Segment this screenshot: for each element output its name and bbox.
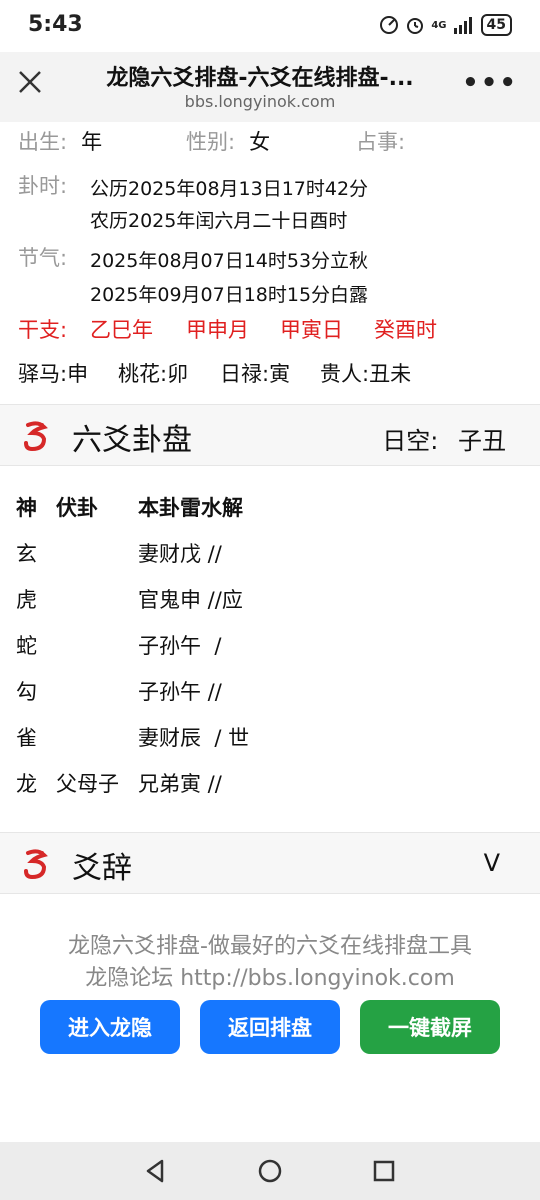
gua-table-header: 神 伏卦 本卦雷水解 xyxy=(0,492,540,532)
row-ben: 妻财辰 / 世 xyxy=(138,726,250,750)
ganzhi-year: 乙巳年 xyxy=(90,318,153,342)
header-fugua: 伏卦 xyxy=(56,496,98,520)
status-bar: 5:43 4G 45 xyxy=(0,0,540,52)
row-ben: 妻财戊 // xyxy=(138,542,222,566)
section-liuyao-title: 六爻卦盘 xyxy=(72,423,192,458)
row-shen: 虎 xyxy=(16,588,37,612)
home-nav-icon[interactable] xyxy=(257,1158,283,1184)
ganzhi-label: 干支: xyxy=(18,318,68,342)
row-shen: 勾 xyxy=(16,680,37,704)
alarm-icon xyxy=(407,18,424,34)
status-time: 5:43 xyxy=(28,12,83,37)
solar-term-label: 节气: xyxy=(18,246,68,270)
header-shen: 神 xyxy=(16,496,37,520)
ganzhi-day: 甲寅日 xyxy=(280,318,343,342)
row-shen: 玄 xyxy=(16,542,37,566)
screenshot-button[interactable]: 一键截屏 xyxy=(360,1000,500,1054)
back-to-paipan-button[interactable]: 返回排盘 xyxy=(200,1000,340,1054)
gender-value: 女 xyxy=(249,130,271,154)
recents-nav-icon[interactable] xyxy=(372,1159,396,1183)
solar-term-2: 2025年09月07日18时15分白露 xyxy=(90,284,369,306)
section-liuyao-header[interactable]: 六爻卦盘 日空: 子丑 xyxy=(0,404,540,466)
table-row: 玄 妻财戊 // xyxy=(0,538,540,578)
section-yaoci-header[interactable]: 爻辞 V xyxy=(0,832,540,894)
shensha-taohua: 桃花:卯 xyxy=(118,362,189,386)
gender-label: 性别: xyxy=(186,130,236,154)
dragon-logo-icon xyxy=(24,421,48,452)
header-bengua: 本卦雷水解 xyxy=(138,496,243,520)
browser-title-bar: 龙隐六爻排盘-六爻在线排盘-... bbs.longyinok.com ••• xyxy=(0,52,540,122)
birth-label: 出生: xyxy=(18,130,68,154)
battery-icon: 45 xyxy=(480,14,512,36)
footer-link[interactable]: 龙隐论坛 http://bbs.longyinok.com xyxy=(0,960,540,992)
table-row: 勾 子孙午 // xyxy=(0,676,540,716)
row-shen: 雀 xyxy=(16,726,37,750)
row-ben: 官鬼申 //应 xyxy=(138,588,243,612)
page-title: 龙隐六爻排盘-六爻在线排盘-... xyxy=(106,66,414,91)
shensha-rilu: 日禄:寅 xyxy=(220,362,291,386)
solar-term-1: 2025年08月07日14时53分立秋 xyxy=(90,250,369,272)
signal-icon xyxy=(453,17,472,34)
table-row: 虎 官鬼申 //应 xyxy=(0,584,540,624)
table-row: 龙 父母子 兄弟寅 // xyxy=(0,768,540,808)
gua-time-lunar: 农历2025年闰六月二十日酉时 xyxy=(90,210,348,232)
gua-time-solar: 公历2025年08月13日17时42分 xyxy=(90,178,369,200)
back-nav-icon[interactable] xyxy=(142,1158,168,1184)
ganzhi-hour: 癸酉时 xyxy=(374,318,437,342)
close-icon[interactable] xyxy=(14,66,46,98)
table-row: 蛇 子孙午 / xyxy=(0,630,540,670)
gua-time-label: 卦时: xyxy=(18,174,68,198)
status-icons: 4G 45 xyxy=(379,14,512,36)
row-ben: 子孙午 / xyxy=(138,634,222,658)
rikong-label: 日空: xyxy=(382,427,439,455)
speed-icon xyxy=(380,16,399,34)
matter-label: 占事: xyxy=(356,130,406,154)
rikong-value: 子丑 xyxy=(458,427,506,455)
footer-slogan: 龙隐六爻排盘-做最好的六爻在线排盘工具 xyxy=(68,934,472,959)
expand-toggle-icon[interactable]: V xyxy=(484,849,500,877)
shensha-yima: 驿马:申 xyxy=(18,362,89,386)
dragon-logo-icon xyxy=(24,849,48,880)
table-row: 雀 妻财辰 / 世 xyxy=(0,722,540,762)
more-menu-icon[interactable]: ••• xyxy=(462,68,518,98)
shensha-guiren: 贵人:丑未 xyxy=(320,362,412,386)
row-shen: 蛇 xyxy=(16,634,37,658)
rikong: 日空: 子丑 xyxy=(382,421,506,456)
row-ben: 子孙午 // xyxy=(138,680,222,704)
row-fu: 父母子 xyxy=(56,772,119,796)
enter-longyin-button[interactable]: 进入龙隐 xyxy=(40,1000,180,1054)
birth-value: 年 xyxy=(81,130,103,154)
row-shen: 龙 xyxy=(16,772,37,796)
section-yaoci-title: 爻辞 xyxy=(72,851,132,886)
network-label: 4G xyxy=(431,19,447,31)
row-ben: 兄弟寅 // xyxy=(138,772,222,796)
ganzhi-month: 甲申月 xyxy=(186,318,249,342)
system-nav-bar xyxy=(0,1142,540,1200)
page-url: bbs.longyinok.com xyxy=(184,92,336,111)
